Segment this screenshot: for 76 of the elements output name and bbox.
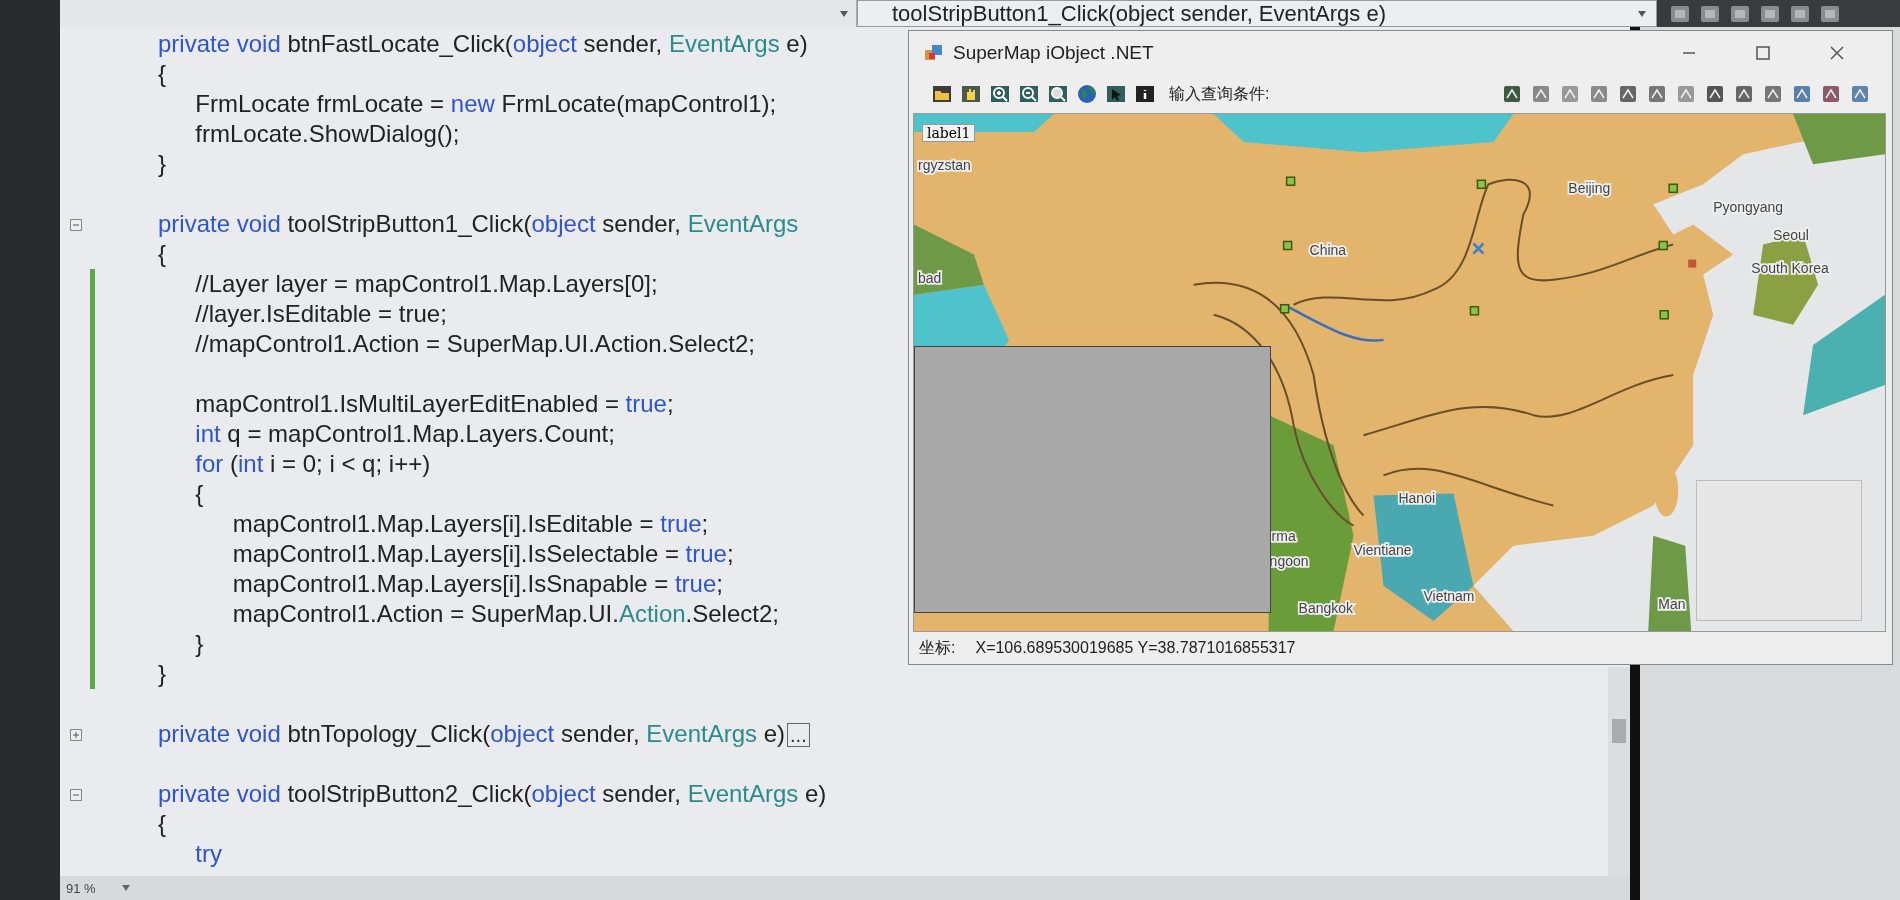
- code-line: private void toolStripButton1_Click(object sender, EventArgs: [158, 210, 799, 238]
- tool-icon[interactable]: [1704, 83, 1726, 105]
- tool-icon[interactable]: [1762, 83, 1784, 105]
- code-line: mapControl1.Map.Layers[i].IsEditable = true;: [231, 510, 709, 538]
- tool-icon[interactable]: [1791, 83, 1813, 105]
- code-line: }: [158, 660, 166, 688]
- point-marker[interactable]: [1668, 183, 1678, 194]
- code-line: private void btnFastLocate_Click(object sender, EventArgs e): [158, 30, 808, 58]
- zoom-in-icon[interactable]: [989, 83, 1011, 105]
- caret-icon[interactable]: [121, 885, 130, 891]
- code-line: {: [158, 60, 166, 88]
- zoom-level[interactable]: 91 %: [66, 880, 96, 896]
- place-label: Beijing: [1568, 180, 1611, 197]
- code-line: //Layer layer = mapControl1.Map.Layers[0];: [194, 270, 658, 298]
- magnifier-icon[interactable]: [1047, 83, 1069, 105]
- collapse-icon[interactable]: [70, 219, 82, 231]
- place-label: Man: [1658, 595, 1686, 612]
- point-marker[interactable]: [1659, 310, 1669, 320]
- point-marker[interactable]: [1285, 176, 1296, 187]
- tool-icon[interactable]: [1820, 83, 1842, 105]
- point-marker[interactable]: [1688, 259, 1697, 268]
- code-line: for (int i = 0; i < q; i++): [194, 450, 431, 478]
- globe-icon[interactable]: [1076, 83, 1098, 105]
- coordinates-text: X=106.689530019685 Y=38.7871016855317: [975, 639, 1296, 657]
- status-label: 坐标:: [919, 637, 956, 658]
- query-label: 输入查询条件:: [1169, 83, 1270, 104]
- caret-icon: [840, 10, 848, 17]
- code-line: }: [194, 630, 204, 658]
- place-label: rgyzstan: [918, 157, 971, 174]
- code-line: mapControl1.IsMultiLayerEditEnabled = true;: [194, 390, 674, 418]
- scrollbar[interactable]: [1608, 667, 1630, 876]
- code-line: {: [194, 480, 204, 508]
- place-label: Pyongyang: [1713, 199, 1784, 216]
- code-line: //mapControl1.Action = SuperMap.UI.Action.Select2;: [194, 330, 755, 358]
- tool-icon[interactable]: [1588, 83, 1610, 105]
- place-label: Hanoi: [1398, 490, 1436, 507]
- code-line: {: [158, 810, 166, 838]
- hand-icon[interactable]: [960, 83, 982, 105]
- place-label: bad: [918, 269, 942, 286]
- code-line: mapControl1.Map.Layers[i].IsSnapable = true;: [231, 570, 723, 598]
- method-dropdown[interactable]: toolStripButton1_Click(object sender, EventArgs e): [857, 0, 1657, 27]
- place-label: rma: [1271, 527, 1296, 544]
- tool-icon[interactable]: [1646, 83, 1668, 105]
- code-line: mapControl1.Action = SuperMap.UI.Action.Select2;: [231, 600, 779, 628]
- point-marker[interactable]: [1282, 240, 1293, 251]
- code-line: private void toolStripButton2_Click(object sender, EventArgs e): [158, 780, 827, 808]
- code-line: try: [194, 840, 222, 868]
- tool-icon[interactable]: [1617, 83, 1639, 105]
- tool-icon[interactable]: [1849, 83, 1871, 105]
- place-label: China: [1309, 241, 1347, 258]
- code-line: }: [158, 150, 166, 178]
- scrollbar-thumb[interactable]: [1612, 719, 1626, 743]
- code-line: {: [158, 240, 166, 268]
- map-label: label1: [922, 124, 976, 142]
- zoom-out-icon[interactable]: [1018, 83, 1040, 105]
- point-marker[interactable]: [1476, 179, 1487, 190]
- code-line: //layer.IsEditable = true;: [194, 300, 447, 328]
- code-line: mapControl1.Map.Layers[i].IsSelectable = true;: [231, 540, 734, 568]
- code-line: frmLocate.ShowDialog();: [194, 120, 460, 148]
- point-marker[interactable]: [1469, 306, 1480, 316]
- info-icon[interactable]: [1134, 83, 1156, 105]
- pointer-icon[interactable]: [1105, 83, 1127, 105]
- caret-icon: [1638, 10, 1646, 17]
- collapse-icon[interactable]: [70, 789, 82, 801]
- code-line: private void btnTopology_Click(object sender, EventArgs e) ...: [158, 720, 810, 748]
- window-title: SuperMap iObject .NET: [953, 42, 1155, 64]
- tool-icon[interactable]: [1530, 83, 1552, 105]
- code-line: int q = mapControl1.Map.Layers.Count;: [194, 420, 615, 448]
- tool-icon[interactable]: [1501, 83, 1523, 105]
- point-marker[interactable]: [1658, 240, 1668, 251]
- point-marker[interactable]: [1279, 304, 1290, 314]
- folder-icon[interactable]: [931, 83, 953, 105]
- tool-icon[interactable]: [1733, 83, 1755, 105]
- code-line: FrmLocate frmLocate = new FrmLocate(mapControl1);: [194, 90, 777, 118]
- cross-marker: [1472, 242, 1485, 255]
- expand-icon[interactable]: [70, 729, 82, 741]
